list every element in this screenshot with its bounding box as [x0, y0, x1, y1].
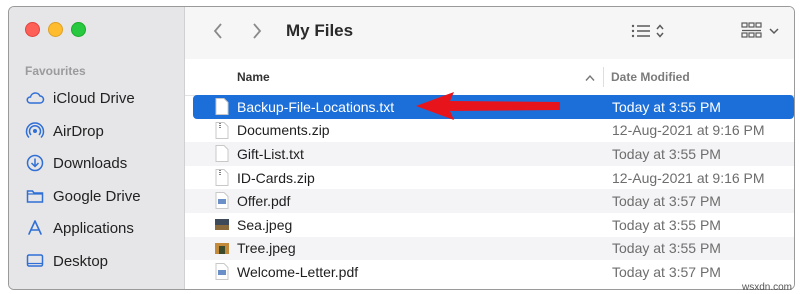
downloads-icon [26, 154, 44, 172]
desktop-icon [26, 254, 44, 267]
file-name: Sea.jpeg [237, 216, 293, 233]
zoom-window-button[interactable] [71, 22, 86, 37]
window-title: My Files [286, 21, 354, 40]
minimize-window-button[interactable] [48, 22, 63, 37]
file-date: 12-Aug-2021 at 9:16 PM [612, 169, 765, 186]
sort-ascending-icon[interactable] [585, 71, 595, 85]
sidebar-item-downloads[interactable]: Downloads [25, 152, 127, 174]
cloud-icon [26, 92, 45, 104]
sidebar-item-label: iCloud Drive [53, 89, 135, 107]
sidebar-item-label: Applications [53, 219, 134, 237]
zip-file-icon [215, 121, 229, 139]
watermark-text: wsxdn.com [741, 282, 792, 293]
file-date: Today at 3:55 PM [612, 216, 721, 233]
file-date: Today at 3:55 PM [612, 98, 721, 115]
sidebar-item-label: Google Drive [53, 187, 141, 205]
file-row[interactable]: Documents.zip 12-Aug-2021 at 9:16 PM [185, 119, 794, 143]
sidebar-item-applications[interactable]: Applications [25, 217, 134, 239]
back-button[interactable] [208, 20, 228, 42]
folder-icon [26, 190, 44, 203]
file-name: ID-Cards.zip [237, 169, 315, 186]
sidebar-item-label: Downloads [53, 154, 128, 172]
zip-file-icon [215, 168, 229, 186]
window-controls [25, 22, 86, 37]
file-name: Tree.jpeg [237, 240, 296, 257]
favourites-header: Favourites [25, 64, 86, 78]
image-file-icon [215, 218, 229, 230]
file-row[interactable]: Offer.pdf Today at 3:57 PM [185, 189, 794, 213]
file-row[interactable]: Tree.jpeg Today at 3:55 PM [185, 236, 794, 261]
text-file-icon [215, 145, 229, 163]
file-name: Backup-File-Locations.txt [237, 98, 395, 115]
sidebar: Favourites iCloud Drive AirDrop Download… [9, 7, 185, 289]
chevron-right-icon [253, 23, 262, 39]
file-date: 12-Aug-2021 at 9:16 PM [612, 122, 765, 139]
column-divider[interactable] [603, 67, 604, 87]
file-name: Offer.pdf [237, 193, 291, 210]
sidebar-item-airdrop[interactable]: AirDrop [25, 120, 104, 142]
date-modified-column-header[interactable]: Date Modified [611, 70, 690, 84]
file-row[interactable]: Sea.jpeg Today at 3:55 PM [185, 213, 794, 237]
pdf-file-icon [215, 263, 229, 281]
file-row[interactable]: ID-Cards.zip 12-Aug-2021 at 9:16 PM [185, 166, 794, 190]
name-column-header[interactable]: Name [237, 70, 270, 84]
applications-icon [28, 220, 42, 235]
text-file-icon [215, 98, 229, 115]
file-list: Backup-File-Locations.txt Today at 3:55 … [185, 95, 794, 284]
file-name: Documents.zip [237, 122, 330, 139]
pdf-file-icon [215, 192, 229, 210]
file-date: Today at 3:55 PM [612, 145, 721, 162]
file-row[interactable]: Welcome-Letter.pdf Today at 3:57 PM [185, 260, 794, 284]
image-file-icon [215, 242, 229, 254]
toolbar: My Files [185, 7, 794, 60]
file-name: Gift-List.txt [237, 145, 304, 162]
main-pane: My Files Name Date Modified Backup-File-… [185, 7, 794, 289]
finder-window: Favourites iCloud Drive AirDrop Download… [8, 6, 795, 290]
sidebar-item-label: Desktop [53, 252, 109, 270]
file-name: Welcome-Letter.pdf [237, 263, 359, 280]
file-date: Today at 3:57 PM [612, 263, 721, 280]
list-view-button[interactable] [630, 21, 668, 41]
group-icon [741, 22, 779, 38]
file-row[interactable]: Backup-File-Locations.txt Today at 3:55 … [193, 95, 794, 119]
group-by-button[interactable] [741, 21, 783, 41]
chevron-left-icon [213, 23, 222, 39]
sidebar-item-icloud-drive[interactable]: iCloud Drive [25, 87, 135, 109]
file-date: Today at 3:57 PM [612, 193, 721, 210]
airdrop-icon [25, 122, 45, 139]
list-view-icon [631, 24, 664, 38]
sidebar-item-label: AirDrop [53, 122, 104, 140]
sidebar-item-google-drive[interactable]: Google Drive [25, 185, 141, 207]
close-window-button[interactable] [25, 22, 40, 37]
file-row[interactable]: Gift-List.txt Today at 3:55 PM [185, 142, 794, 166]
forward-button[interactable] [247, 20, 267, 42]
file-date: Today at 3:55 PM [612, 240, 721, 257]
sidebar-item-desktop[interactable]: Desktop [25, 250, 108, 272]
column-header-row: Name Date Modified [185, 59, 794, 96]
